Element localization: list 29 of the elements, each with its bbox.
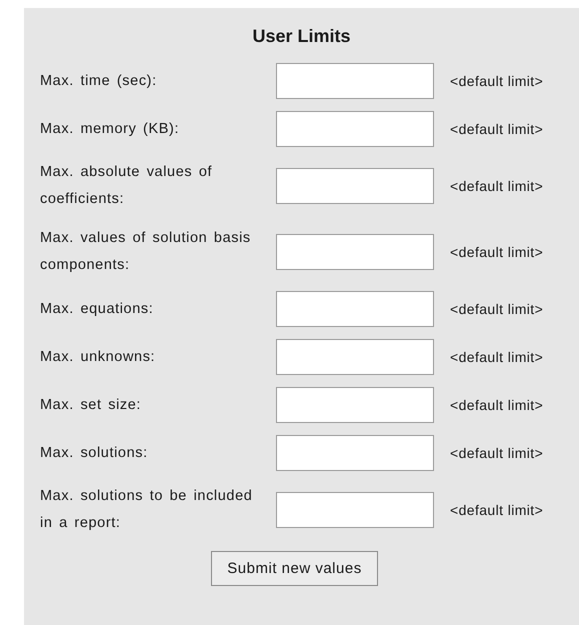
input-field[interactable]	[276, 111, 434, 147]
input-field[interactable]	[276, 387, 434, 423]
input-field[interactable]	[276, 234, 434, 270]
field-label: Max. equations:	[40, 300, 154, 318]
default-limit-text: <default limit>	[450, 349, 544, 365]
input-field[interactable]	[276, 492, 434, 528]
default-limit-text: <default limit>	[450, 301, 544, 317]
submit-button[interactable]: Submit new values	[211, 551, 378, 586]
input-field[interactable]	[276, 339, 434, 375]
field-label: Max. memory (KB):	[40, 120, 180, 138]
default-limit-text: <default limit>	[450, 121, 544, 137]
input-field[interactable]	[276, 63, 434, 99]
field-label: Max. solutions:	[40, 444, 149, 462]
field-label: Max. values of solution basis components:	[40, 229, 252, 275]
field-label: Max. unknowns:	[40, 348, 156, 366]
input-field[interactable]	[276, 435, 434, 471]
default-limit-text: <default limit>	[450, 445, 544, 461]
form-title: User Limits	[251, 26, 352, 47]
input-field[interactable]	[276, 168, 434, 204]
default-limit-text: <default limit>	[450, 397, 544, 413]
default-limit-text: <default limit>	[450, 73, 544, 89]
input-field[interactable]	[276, 291, 434, 327]
field-label: Max. absolute values of coefficients:	[40, 163, 214, 209]
field-label: Max. solutions to be included in a report:	[40, 487, 254, 533]
default-limit-text: <default limit>	[450, 178, 544, 194]
field-label: Max. time (sec):	[40, 72, 158, 90]
default-limit-text: <default limit>	[450, 502, 544, 518]
default-limit-text: <default limit>	[450, 244, 544, 260]
field-label: Max. set size:	[40, 396, 142, 414]
